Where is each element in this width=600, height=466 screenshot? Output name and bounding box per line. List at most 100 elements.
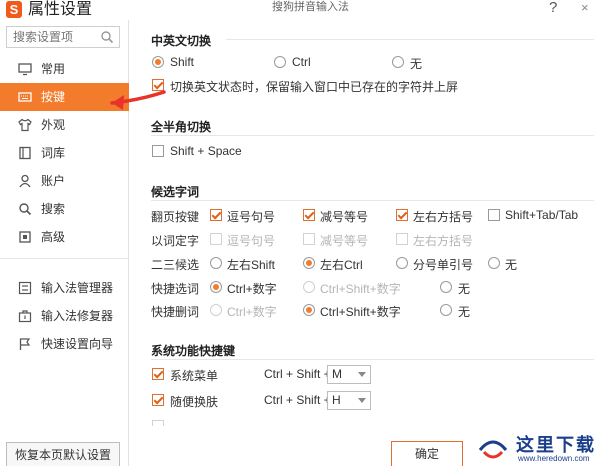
random-skin-checkbox[interactable]: [152, 394, 164, 406]
select-value: M: [332, 367, 342, 381]
system-menu-checkbox[interactable]: [152, 368, 164, 380]
section-title-full-half: 全半角切换: [151, 120, 212, 134]
word-brackets-checkbox[interactable]: [396, 233, 408, 245]
radio-label: 无: [505, 258, 518, 272]
radio-shift[interactable]: [152, 56, 164, 68]
second-third-candidate-label: 二三候选: [151, 258, 200, 272]
help-button[interactable]: ?: [549, 0, 557, 16]
radio-quick-select-ctrl-shift-num[interactable]: [303, 281, 315, 293]
word-comma-period-checkbox[interactable]: [210, 233, 222, 245]
sidebar-item-label: 搜索: [41, 202, 66, 216]
user-icon: [19, 174, 31, 188]
system-menu-label: 系统菜单: [170, 369, 219, 383]
radio-label: 左右Ctrl: [320, 258, 363, 272]
sidebar-tool-label: 输入法管理器: [41, 281, 114, 295]
sidebar-item-search[interactable]: 搜索: [0, 195, 129, 223]
monitor-icon: [18, 63, 32, 76]
random-skin-key-select[interactable]: H: [327, 391, 371, 410]
sidebar-tool-ime-manager[interactable]: 输入法管理器: [0, 274, 129, 302]
sidebar-tool-label: 快速设置向导: [41, 337, 114, 351]
sogou-logo-icon: S: [6, 1, 22, 18]
chevron-down-icon: [358, 372, 366, 377]
radio-semicolon-quote[interactable]: [396, 257, 408, 269]
keyboard-icon: [18, 92, 32, 102]
section-divider: [151, 359, 594, 360]
sidebar-divider: [0, 258, 128, 259]
radio-quick-delete-ctrl-shift-num[interactable]: [303, 304, 315, 316]
shift-space-checkbox[interactable]: [152, 145, 164, 157]
random-skin-label: 随便换肤: [170, 395, 219, 409]
keep-chars-checkbox[interactable]: [152, 79, 164, 91]
restore-defaults-button[interactable]: 恢复本页默认设置: [6, 442, 120, 466]
close-button[interactable]: ×: [581, 0, 589, 16]
main-panel: 中英文切换 Shift Ctrl 无 切换英文状态时，保留输入窗口中已存在的字符…: [130, 20, 600, 466]
radio-ctrl[interactable]: [274, 56, 286, 68]
sidebar-item-label: 常用: [41, 62, 66, 76]
search-icon[interactable]: [100, 30, 114, 44]
sidebar-item-advanced[interactable]: 高级: [0, 223, 129, 251]
sidebar-item-keys[interactable]: 按键: [0, 83, 129, 111]
page-minus-equal-checkbox[interactable]: [303, 209, 315, 221]
chevron-down-icon: [358, 398, 366, 403]
sidebar-tool-ime-repair[interactable]: 输入法修复器: [0, 302, 129, 330]
book-icon: [19, 146, 31, 160]
radio-label: Shift: [170, 55, 195, 69]
system-menu-key-select[interactable]: M: [327, 365, 371, 384]
sidebar-item-label: 按键: [41, 90, 66, 104]
radio-quick-select-ctrl-num[interactable]: [210, 281, 222, 293]
shortcut-prefix: Ctrl + Shift +: [264, 393, 331, 407]
radio-label: 分号单引号: [413, 258, 474, 272]
flag-icon: [19, 338, 31, 350]
radio-label: 左右Shift: [227, 258, 276, 272]
sidebar-item-appearance[interactable]: 外观: [0, 111, 129, 139]
section-divider: [226, 39, 594, 40]
settings-search-box[interactable]: [6, 26, 120, 48]
radio-label: 无: [458, 282, 471, 296]
radio-quick-select-none[interactable]: [440, 281, 452, 293]
sidebar-item-label: 词库: [41, 146, 66, 160]
radio-none[interactable]: [392, 56, 404, 68]
sidebar-item-account[interactable]: 账户: [0, 167, 129, 195]
partial-row-checkbox[interactable]: [152, 420, 164, 426]
section-title-cn-en-switch: 中英文切换: [151, 34, 212, 48]
section-title-system-shortcuts: 系统功能快捷键: [151, 344, 236, 358]
quick-delete-label: 快捷删词: [151, 305, 200, 319]
section-title-candidate: 候选字词: [151, 185, 200, 199]
sidebar-tool-quick-wizard[interactable]: 快速设置向导: [0, 330, 129, 358]
radio-quick-delete-none[interactable]: [440, 304, 452, 316]
shirt-icon: [18, 118, 32, 132]
page-comma-period-checkbox[interactable]: [210, 209, 222, 221]
sidebar-item-dictionary[interactable]: 词库: [0, 139, 129, 167]
list-icon: [18, 281, 32, 295]
word-to-char-label: 以词定字: [151, 234, 200, 248]
watermark: 这里下载 www.heredown.com: [466, 430, 600, 466]
sidebar-item-general[interactable]: 常用: [0, 55, 129, 83]
word-minus-equal-checkbox[interactable]: [303, 233, 315, 245]
quick-select-label: 快捷选词: [151, 282, 200, 296]
toolbox-icon: [18, 310, 32, 323]
search-icon: [19, 203, 32, 216]
sidebar-tool-label: 输入法修复器: [41, 309, 114, 323]
radio-label: Ctrl+Shift+数字: [320, 282, 401, 296]
shortcut-prefix: Ctrl + Shift +: [264, 367, 331, 381]
radio-left-right-shift[interactable]: [210, 257, 222, 269]
settings-window: S 属性设置 搜狗拼音输入法 ? × 常用 按键: [0, 0, 600, 466]
radio-second-none[interactable]: [488, 257, 500, 269]
option-label: 减号等号: [320, 210, 369, 224]
option-label: 左右方括号: [413, 210, 474, 224]
page-shift-tab-checkbox[interactable]: [488, 209, 500, 221]
ok-button[interactable]: 确定: [391, 441, 463, 466]
sidebar: 常用 按键 外观 词库: [0, 20, 129, 466]
radio-quick-delete-ctrl-num[interactable]: [210, 304, 222, 316]
option-label: 左右方括号: [413, 234, 474, 248]
keep-chars-label: 切换英文状态时，保留输入窗口中已存在的字符并上屏: [170, 80, 459, 94]
option-label: 逗号句号: [227, 210, 276, 224]
radio-label: Ctrl+数字: [227, 282, 277, 296]
radio-label: 无: [410, 57, 423, 71]
page-brackets-checkbox[interactable]: [396, 209, 408, 221]
section-divider: [151, 200, 594, 201]
sidebar-item-label: 高级: [41, 230, 66, 244]
radio-left-right-ctrl[interactable]: [303, 257, 315, 269]
settings-search-input[interactable]: [7, 27, 97, 47]
window-subtitle: 搜狗拼音输入法: [272, 1, 349, 13]
